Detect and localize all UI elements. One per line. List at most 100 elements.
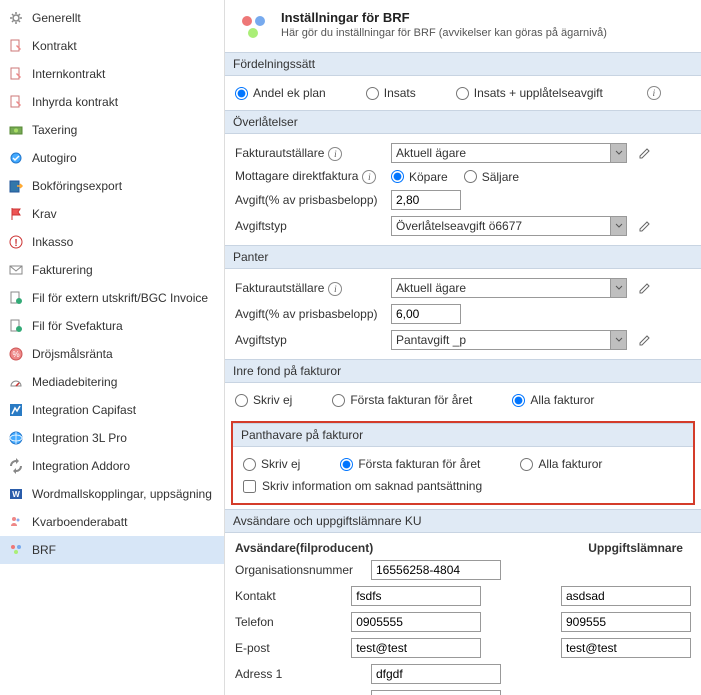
radio-andel-input[interactable] [235,87,248,100]
info-icon[interactable]: i [328,282,342,296]
radio-saljare[interactable]: Säljare [464,170,519,184]
info-icon[interactable]: i [328,147,342,161]
radio-insats-input[interactable] [366,87,379,100]
sidebar-item-label: Wordmallskopplingar, uppsägning [32,487,212,501]
people-group-icon [235,10,271,46]
sidebar-item-label: Mediadebitering [32,375,117,389]
edit-icon[interactable] [637,280,653,296]
meter-icon [8,374,24,390]
sidebar-item-generellt[interactable]: Generellt [0,4,224,32]
fakturautstallare-label: Fakturautställarei [235,146,385,161]
avsandare-col-header: Avsändare(filproducent) [235,539,373,557]
money-icon [8,122,24,138]
chevron-down-icon[interactable] [611,330,627,350]
sidebar-item-media[interactable]: Mediadebitering [0,368,224,396]
epost-input[interactable] [351,638,481,658]
sidebar-item-inkasso[interactable]: !Inkasso [0,228,224,256]
sidebar-item-label: Krav [32,207,57,221]
radio-andel[interactable]: Andel ek plan [235,86,326,100]
adress2-input[interactable] [371,690,501,695]
sidebar-item-krav[interactable]: Krav [0,200,224,228]
avgift-input[interactable] [391,190,461,210]
sidebar-item-label: Taxering [32,123,77,137]
sidebar-item-label: Generellt [32,11,81,25]
sidebar-item-brf[interactable]: BRF [0,536,224,564]
radio-skriv-ej[interactable]: Skriv ej [243,457,300,471]
sidebar-item-capifast[interactable]: Integration Capifast [0,396,224,424]
file-export-icon [8,318,24,334]
sidebar-item-internkontrakt[interactable]: Internkontrakt [0,60,224,88]
sidebar-item-wordmall[interactable]: W Wordmallskopplingar, uppsägning [0,480,224,508]
main-panel: Inställningar för BRF Här gör du inställ… [225,0,701,695]
adress1-input[interactable] [371,664,501,684]
file-export-icon [8,290,24,306]
info-icon[interactable]: i [362,170,376,184]
sidebar: Generellt Kontrakt Internkontrakt Inhyrd… [0,0,225,695]
kontakt-input[interactable] [351,586,481,606]
svg-text:W: W [12,490,20,499]
radio-alla[interactable]: Alla fakturor [520,457,602,471]
section-overlatelser-header: Överlåtelser [225,110,701,134]
edit-icon[interactable] [637,218,653,234]
telefon-label: Telefon [235,615,345,629]
orgnr-label: Organisationsnummer [235,563,365,577]
people-group-icon [8,542,24,558]
sidebar-item-label: Inkasso [32,235,73,249]
sidebar-item-fakturering[interactable]: Fakturering [0,256,224,284]
info-icon[interactable]: i [647,86,661,100]
sidebar-item-taxering[interactable]: Taxering [0,116,224,144]
highlighted-section: Panthavare på fakturor Skriv ej Första f… [231,421,695,505]
sidebar-item-3lpro[interactable]: Integration 3L Pro [0,424,224,452]
radio-forsta[interactable]: Första fakturan för året [332,393,472,407]
avgiftstyp-label: Avgiftstyp [235,219,385,233]
fakturautstallare-label: Fakturautställarei [235,281,385,296]
adress1-label: Adress 1 [235,667,365,681]
percent-icon: % [8,346,24,362]
edit-icon[interactable] [637,332,653,348]
chevron-down-icon[interactable] [611,278,627,298]
epost-input-2[interactable] [561,638,691,658]
globe-icon [8,430,24,446]
section-inre-fond-header: Inre fond på fakturor [225,359,701,383]
radio-skriv-ej[interactable]: Skriv ej [235,393,292,407]
radio-forsta[interactable]: Första fakturan för året [340,457,480,471]
chevron-down-icon[interactable] [611,216,627,236]
sidebar-item-autogiro[interactable]: Autogiro [0,144,224,172]
sidebar-item-extern-utskrift[interactable]: Fil för extern utskrift/BGC Invoice [0,284,224,312]
gear-icon [8,10,24,26]
section-fordelningssatt-header: Fördelningssätt [225,52,701,76]
radio-kopare[interactable]: Köpare [391,170,448,184]
sidebar-item-inhyrda[interactable]: Inhyrda kontrakt [0,88,224,116]
orgnr-input[interactable] [371,560,501,580]
flag-icon [8,206,24,222]
avgiftstyp-select[interactable]: Överlåtelseavgift ö6677 [391,216,611,236]
sidebar-item-svefaktura[interactable]: Fil för Svefaktura [0,312,224,340]
telefon-input-2[interactable] [561,612,691,632]
epost-label: E-post [235,641,345,655]
page-header: Inställningar för BRF Här gör du inställ… [225,0,701,52]
radio-insats[interactable]: Insats [366,86,416,100]
sidebar-item-addoro[interactable]: Integration Addoro [0,452,224,480]
saknad-pant-checkbox[interactable] [243,480,256,493]
sidebar-item-label: Integration Capifast [32,403,136,417]
page-subtitle: Här gör du inställningar för BRF (avvike… [281,27,607,39]
sidebar-item-kvarboende[interactable]: Kvarboenderabatt [0,508,224,536]
chevron-down-icon[interactable] [611,143,627,163]
capifast-icon [8,402,24,418]
radio-insats-uppl-input[interactable] [456,87,469,100]
telefon-input[interactable] [351,612,481,632]
avgiftstyp-select[interactable]: Pantavgift _p [391,330,611,350]
document-edit-icon [8,94,24,110]
edit-icon[interactable] [637,145,653,161]
sidebar-item-label: Fil för Svefaktura [32,319,123,333]
fakturautstallare-select[interactable]: Aktuell ägare [391,278,611,298]
sidebar-item-drojmal[interactable]: %Dröjsmålsränta [0,340,224,368]
radio-insats-uppl[interactable]: Insats + upplåtelseavgift [456,86,603,100]
sidebar-item-bokforing[interactable]: Bokföringsexport [0,172,224,200]
sidebar-item-kontrakt[interactable]: Kontrakt [0,32,224,60]
section-panter-header: Panter [225,245,701,269]
fakturautstallare-select[interactable]: Aktuell ägare [391,143,611,163]
kontakt-input-2[interactable] [561,586,691,606]
avgift-input[interactable] [391,304,461,324]
radio-alla[interactable]: Alla fakturor [512,393,594,407]
